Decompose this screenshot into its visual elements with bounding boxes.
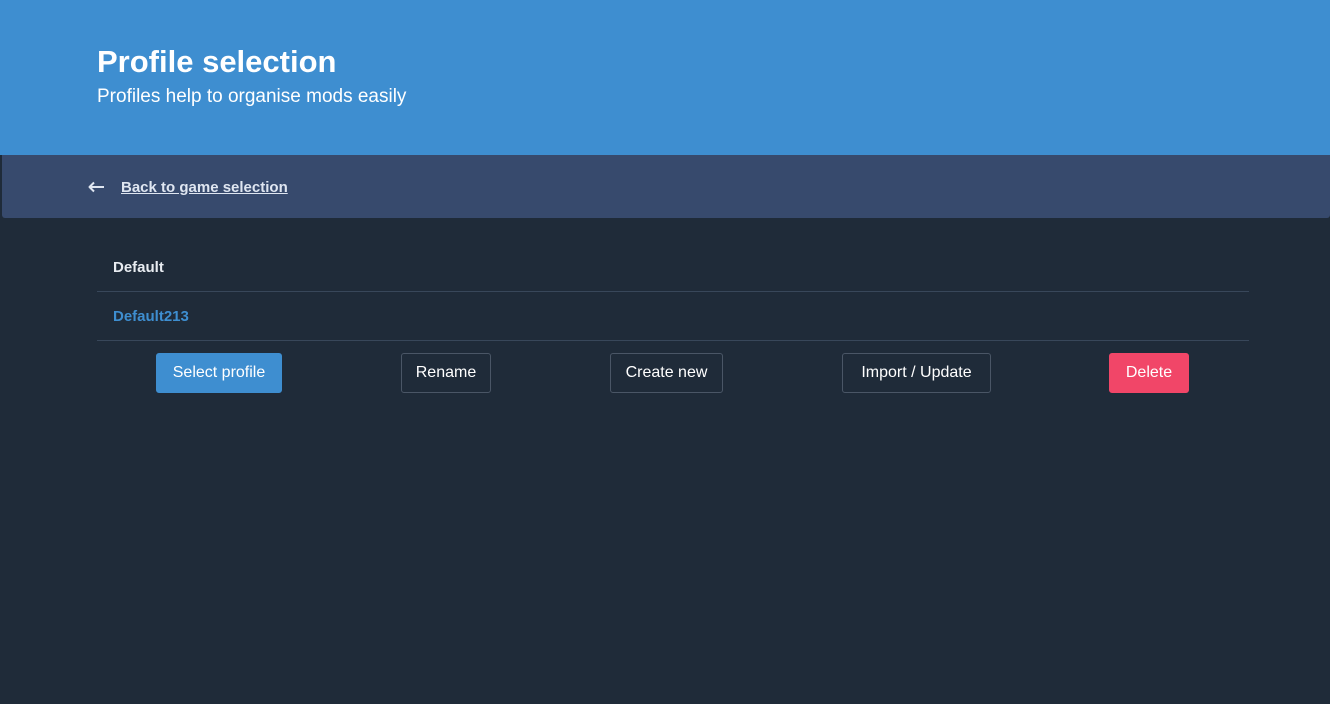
- hero-header: Profile selection Profiles help to organ…: [0, 0, 1330, 155]
- create-new-button[interactable]: Create new: [610, 353, 723, 393]
- arrow-left-icon: [88, 181, 104, 193]
- page-subtitle: Profiles help to organise mods easily: [97, 86, 407, 107]
- profile-item-default213[interactable]: Default213: [97, 292, 1249, 341]
- select-profile-button[interactable]: Select profile: [156, 353, 282, 393]
- navigation-bar: Back to game selection: [2, 155, 1330, 218]
- profile-name: Default213: [113, 307, 189, 325]
- page-title: Profile selection: [97, 44, 337, 79]
- back-to-game-selection-link[interactable]: Back to game selection: [88, 177, 288, 197]
- profile-name: Default: [113, 258, 164, 276]
- profile-item-default[interactable]: Default: [97, 243, 1249, 292]
- rename-button[interactable]: Rename: [401, 353, 491, 393]
- delete-button[interactable]: Delete: [1109, 353, 1189, 393]
- profile-list: Default Default213: [97, 243, 1249, 341]
- profile-actions: Select profile Rename Create new Import …: [97, 353, 1249, 393]
- back-link-label: Back to game selection: [121, 178, 288, 196]
- import-update-button[interactable]: Import / Update: [842, 353, 991, 393]
